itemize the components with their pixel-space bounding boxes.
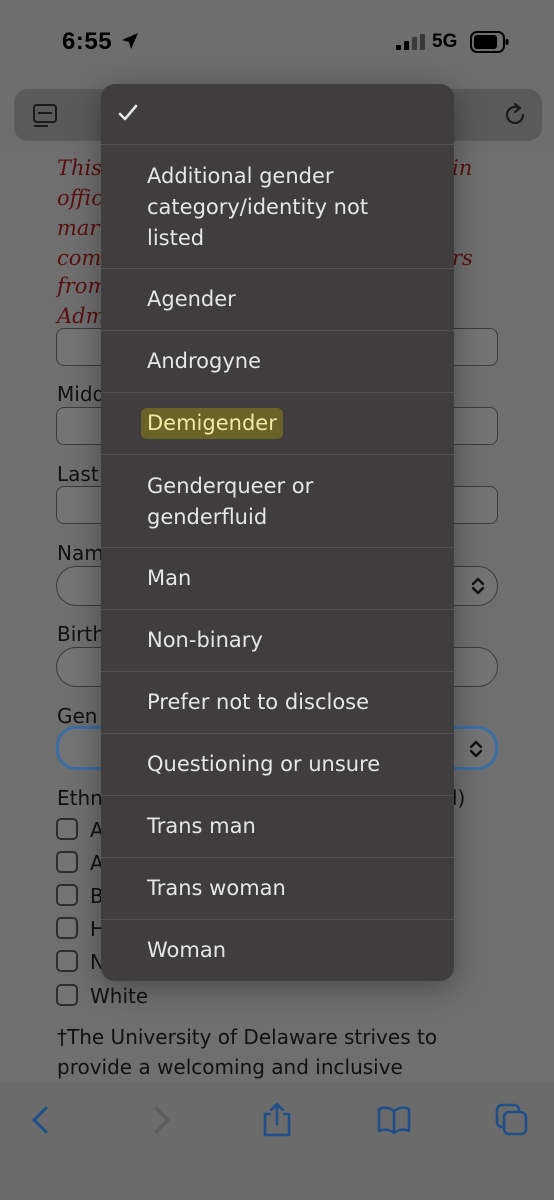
ethnicity-option-white: White <box>90 984 149 1008</box>
menu-item-label: Additional gender category/identity not … <box>147 164 369 250</box>
menu-item-label: Man <box>147 566 192 590</box>
reload-icon[interactable] <box>502 102 528 128</box>
menu-item-label: Androgyne <box>147 349 262 373</box>
ethnicity-checkbox-white[interactable] <box>56 984 78 1006</box>
menu-item-label: Trans woman <box>147 876 286 900</box>
menu-item-label: Non-binary <box>147 628 263 652</box>
middle-name-label: Midd <box>57 382 106 406</box>
footnote-text: †The University of Delaware strives to p… <box>57 1025 438 1079</box>
share-icon[interactable] <box>259 1102 295 1138</box>
menu-item[interactable]: Trans man <box>101 795 454 857</box>
reader-icon[interactable] <box>32 103 58 129</box>
menu-item[interactable]: Additional gender category/identity not … <box>101 144 454 268</box>
menu-item[interactable]: Trans woman <box>101 857 454 919</box>
menu-item[interactable]: Prefer not to disclose <box>101 671 454 733</box>
signal-icon <box>396 34 425 50</box>
status-bar: 6:55 5G <box>0 0 554 84</box>
status-time: 6:55 <box>62 28 113 55</box>
checkmark-icon <box>118 104 138 121</box>
ethnicity-checkbox[interactable] <box>56 884 78 906</box>
note-line-right: in <box>452 156 473 180</box>
network-label: 5G <box>432 31 458 52</box>
note-line: Adm <box>57 304 106 328</box>
tabs-icon[interactable] <box>494 1102 530 1138</box>
menu-item-label: Questioning or unsure <box>147 752 381 776</box>
ethnicity-label-right: l) <box>452 786 466 810</box>
birth-label: Birth <box>57 622 106 646</box>
note-line: com <box>57 246 102 270</box>
menu-item[interactable]: Androgyne <box>101 330 454 392</box>
menu-item[interactable]: Man <box>101 547 454 609</box>
note-line: from <box>57 274 108 298</box>
menu-item[interactable]: Questioning or unsure <box>101 733 454 795</box>
menu-item-label: Agender <box>147 287 236 311</box>
chevron-updown-icon <box>469 740 483 758</box>
menu-item-label: Prefer not to disclose <box>147 690 370 714</box>
note-line: offic <box>57 186 103 210</box>
battery-icon <box>470 31 509 53</box>
forward-icon[interactable] <box>142 1102 178 1138</box>
name-label: Nam <box>57 541 104 565</box>
ethnicity-checkbox[interactable] <box>56 950 78 972</box>
note-line: This <box>57 156 103 180</box>
menu-item-label: Woman <box>147 938 227 962</box>
note-line-right: rs <box>452 246 473 270</box>
menu-item-label: Genderqueer or genderfluid <box>147 474 314 529</box>
menu-item[interactable]: Agender <box>101 268 454 330</box>
ethnicity-checkbox[interactable] <box>56 917 78 939</box>
last-name-label: Last <box>57 462 99 486</box>
ethnicity-checkbox[interactable] <box>56 818 78 840</box>
gender-options-menu: Additional gender category/identity not … <box>101 84 454 981</box>
ethnicity-checkbox[interactable] <box>56 851 78 873</box>
menu-item-highlighted[interactable]: Demigender <box>101 392 454 454</box>
menu-item[interactable]: Genderqueer or genderfluid <box>101 454 454 547</box>
bookmarks-icon[interactable] <box>376 1102 412 1138</box>
menu-item[interactable]: Woman <box>101 919 454 981</box>
back-icon[interactable] <box>24 1102 60 1138</box>
menu-item-label: Demigender <box>141 408 283 439</box>
chevron-updown-icon <box>471 577 485 595</box>
location-arrow-icon <box>122 33 138 49</box>
menu-item[interactable]: Non-binary <box>101 609 454 671</box>
gender-label: Gen <box>57 704 98 728</box>
bottom-toolbar <box>0 1082 554 1200</box>
menu-item-label: Trans man <box>147 814 256 838</box>
